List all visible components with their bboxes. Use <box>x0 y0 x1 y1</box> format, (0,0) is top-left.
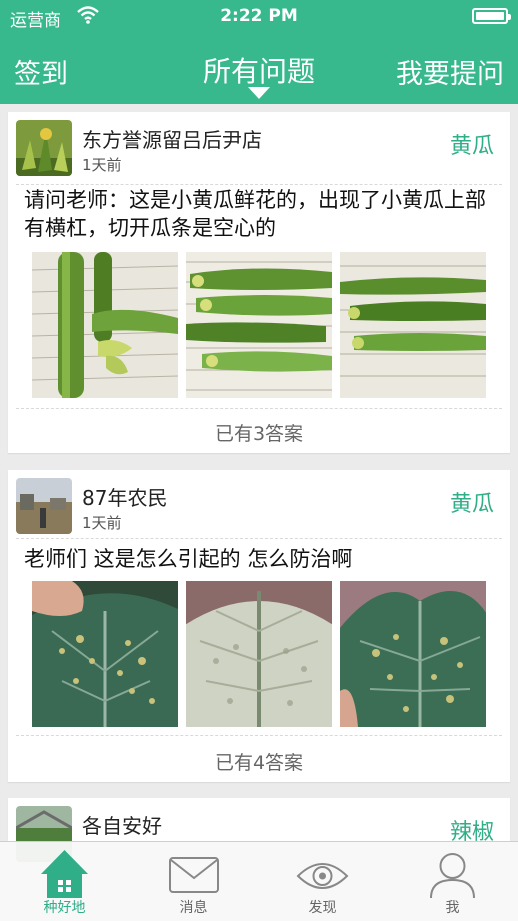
header-bar: 运营商 2:22 PM 签到 所有问题 我要提问 <box>0 0 518 104</box>
post-photo[interactable] <box>186 581 332 727</box>
post-age: 1天前 <box>82 514 122 532</box>
post-age: 1天前 <box>82 156 122 174</box>
tab-label: 发现 <box>308 900 337 916</box>
ask-question-button[interactable]: 我要提问 <box>396 52 504 91</box>
author-name[interactable]: 东方誉源留吕后尹店 <box>82 124 262 153</box>
question-card[interactable]: 87年农民 1天前 黄瓜 老师们 这是怎么引起的 怎么防治啊 已有4答案 <box>8 470 510 782</box>
tab-me[interactable]: 我 <box>387 842 518 921</box>
battery-icon <box>472 8 511 24</box>
clock: 2:22 PM <box>220 6 298 26</box>
divider <box>16 538 502 539</box>
avatar[interactable] <box>16 478 72 534</box>
avatar[interactable] <box>16 120 72 176</box>
status-bar: 运营商 2:22 PM <box>0 0 518 34</box>
author-name[interactable]: 87年农民 <box>82 482 167 511</box>
nav-bar: 签到 所有问题 我要提问 <box>0 34 518 104</box>
answer-count[interactable]: 已有4答案 <box>8 748 510 775</box>
tab-label: 消息 <box>179 900 208 916</box>
home-icon <box>0 846 129 898</box>
tab-label: 种好地 <box>43 900 86 916</box>
divider <box>16 735 502 736</box>
tab-label: 我 <box>445 900 460 916</box>
dropdown-caret-icon[interactable] <box>248 87 270 99</box>
question-text[interactable]: 老师们 这是怎么引起的 怎么防治啊 <box>24 545 502 573</box>
post-photo[interactable] <box>32 252 178 398</box>
divider <box>16 408 502 409</box>
person-icon <box>387 846 516 899</box>
crop-tag[interactable]: 黄瓜 <box>450 486 494 518</box>
question-card[interactable]: 东方誉源留吕后尹店 1天前 黄瓜 请问老师：这是小黄瓜鲜花的，出现了小黄瓜上部有… <box>8 112 510 453</box>
post-photo[interactable] <box>186 252 332 398</box>
post-photo[interactable] <box>32 581 178 727</box>
author-name[interactable]: 各自安好 <box>82 810 162 839</box>
answer-count[interactable]: 已有3答案 <box>8 419 510 446</box>
question-text[interactable]: 请问老师：这是小黄瓜鲜花的，出现了小黄瓜上部有横杠，切开瓜条是空心的 <box>24 186 502 242</box>
tab-discover[interactable]: 发现 <box>258 842 387 921</box>
divider <box>16 184 502 185</box>
eye-icon <box>258 846 387 898</box>
tab-messages[interactable]: 消息 <box>129 842 258 921</box>
crop-tag[interactable]: 黄瓜 <box>450 128 494 160</box>
tab-bar: 种好地 消息 发现 我 <box>0 841 518 921</box>
post-photo[interactable] <box>340 252 486 398</box>
tab-home[interactable]: 种好地 <box>0 842 129 921</box>
post-photo[interactable] <box>340 581 486 727</box>
envelope-icon <box>129 846 258 898</box>
